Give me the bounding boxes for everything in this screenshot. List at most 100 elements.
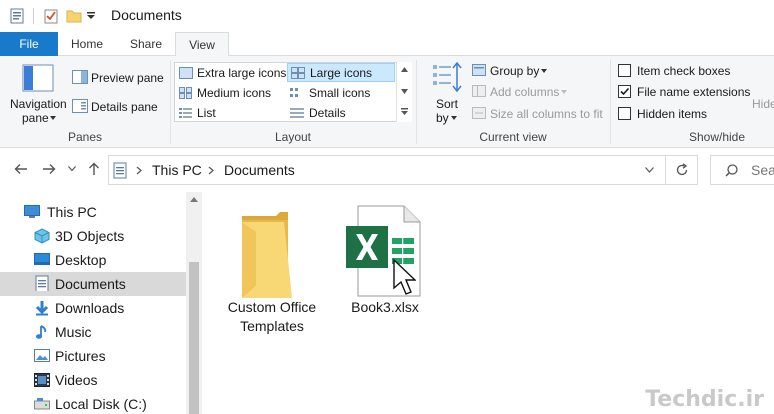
ribbon-tabs: File Home Share View: [0, 32, 774, 57]
search-icon: [725, 164, 738, 177]
breadcrumb-this-pc[interactable]: This PC: [152, 162, 202, 178]
address-dropdown-icon[interactable]: [645, 167, 654, 173]
checkmark-icon: [620, 87, 630, 96]
up-arrow-icon[interactable]: [88, 162, 100, 176]
layout-medium-icons[interactable]: Medium icons: [177, 83, 287, 102]
layout-item-label: Details: [309, 105, 346, 120]
tree-item-label: Music: [55, 324, 92, 340]
tree-item-local-disk[interactable]: Local Disk (C:): [0, 392, 186, 414]
tree-item-music[interactable]: Music: [0, 320, 186, 344]
document-icon: [35, 275, 49, 291]
tab-view[interactable]: View: [175, 32, 229, 57]
tree-item-desktop[interactable]: Desktop: [0, 248, 186, 272]
breadcrumb-documents[interactable]: Documents: [224, 162, 295, 178]
layout-large-icons[interactable]: Large icons: [287, 63, 395, 82]
address-row: This PC Documents Sear: [0, 148, 774, 192]
tree-item-this-pc[interactable]: This PC: [0, 200, 186, 224]
gallery-more-icon[interactable]: [401, 108, 408, 115]
size-all-columns-button[interactable]: Size all columns to fit: [490, 107, 603, 121]
group-by-button[interactable]: Group by: [490, 64, 539, 78]
item-check-boxes-label[interactable]: Item check boxes: [637, 64, 730, 78]
group-separator: [610, 60, 611, 144]
checklist-icon[interactable]: [44, 8, 58, 24]
refresh-icon[interactable]: [675, 163, 689, 177]
navigation-pane: This PC 3D Objects Desktop Documents Dow…: [0, 192, 202, 414]
navigation-pane-icon: [22, 64, 54, 92]
quick-access-dropdown-icon[interactable]: [87, 12, 95, 20]
layout-item-label: Large icons: [310, 65, 373, 80]
layout-item-label: Small icons: [309, 85, 371, 100]
new-folder-icon[interactable]: [66, 8, 82, 24]
videos-icon: [34, 373, 50, 387]
tree-item-label: 3D Objects: [55, 228, 125, 244]
layout-extra-large-icons[interactable]: Extra large icons: [177, 63, 287, 82]
file-name-extensions-label[interactable]: File name extensions: [637, 85, 750, 99]
tree-item-label: This PC: [47, 204, 97, 220]
download-icon: [35, 301, 49, 316]
recent-locations-icon[interactable]: [68, 166, 76, 172]
sort-by-button[interactable]: Sort: [436, 97, 458, 111]
chevron-down-icon: [541, 69, 547, 73]
breadcrumb-chevron-icon[interactable]: [208, 166, 214, 175]
desktop-icon: [34, 253, 50, 265]
hidden-items-label[interactable]: Hidden items: [637, 107, 707, 121]
quick-access-separator: [33, 8, 34, 24]
layout-list[interactable]: List: [177, 103, 287, 122]
scrollbar-thumb[interactable]: [189, 262, 199, 414]
tree-item-videos[interactable]: Videos: [0, 368, 186, 392]
window-title: Documents: [111, 7, 182, 23]
layout-item-label: List: [197, 105, 216, 120]
file-item-book3-xlsx[interactable]: Book3.xlsx: [344, 204, 434, 316]
breadcrumb-chevron-icon[interactable]: [136, 166, 142, 175]
preview-pane-button[interactable]: Preview pane: [91, 71, 164, 85]
watermark-text: Techdic.ir: [645, 387, 764, 412]
tree-item-label: Desktop: [55, 252, 107, 268]
forward-arrow-icon[interactable]: [42, 163, 56, 175]
pictures-icon: [34, 349, 50, 362]
ribbon: Navigation pane Preview pane Details pan…: [0, 56, 774, 148]
layout-gallery: Extra large icons Large icons Medium ico…: [174, 62, 412, 122]
scroll-up-icon[interactable]: [401, 67, 408, 72]
item-check-boxes-checkbox[interactable]: [618, 64, 631, 77]
details-icon: [290, 107, 304, 118]
file-name-extensions-checkbox[interactable]: [618, 85, 631, 98]
hidden-items-checkbox[interactable]: [618, 107, 631, 120]
sort-by-button-line2[interactable]: by: [436, 111, 449, 125]
layout-group-label: Layout: [274, 130, 312, 144]
navigation-pane-button-line2[interactable]: pane: [22, 111, 49, 125]
pc-icon: [24, 205, 40, 218]
group-by-icon: [472, 64, 486, 76]
preview-pane-icon: [72, 70, 88, 84]
title-bar: Documents: [0, 0, 774, 32]
layout-gallery-scroll[interactable]: [396, 62, 412, 122]
search-placeholder: Sear: [751, 162, 774, 178]
tree-item-documents[interactable]: Documents: [0, 272, 186, 296]
navigation-pane-button[interactable]: Navigation: [10, 97, 67, 111]
scroll-down-icon[interactable]: [401, 89, 408, 94]
layout-details[interactable]: Details: [287, 103, 395, 122]
properties-icon[interactable]: [10, 8, 24, 24]
add-columns-button[interactable]: Add columns: [490, 85, 559, 99]
current-view-group-label: Current view: [479, 130, 547, 144]
scroll-up-icon[interactable]: [190, 197, 198, 202]
disk-icon: [34, 398, 50, 410]
tab-home[interactable]: Home: [62, 32, 112, 56]
tree-item-label: Downloads: [55, 300, 125, 316]
address-bar[interactable]: This PC Documents: [108, 155, 698, 185]
tree-item-downloads[interactable]: Downloads: [0, 296, 186, 320]
details-pane-button[interactable]: Details pane: [91, 100, 158, 114]
tree-item-3d-objects[interactable]: 3D Objects: [0, 224, 186, 248]
file-item-custom-office-templates[interactable]: Custom Office Templates: [224, 204, 320, 336]
panes-group-label: Panes: [67, 130, 103, 144]
tab-share[interactable]: Share: [120, 32, 172, 56]
back-arrow-icon[interactable]: [14, 163, 28, 175]
tree-item-label: Videos: [55, 372, 98, 388]
layout-small-icons[interactable]: Small icons: [287, 83, 395, 102]
tree-item-pictures[interactable]: Pictures: [0, 344, 186, 368]
hide-selected-items-button[interactable]: Hide: [752, 97, 774, 111]
tab-file[interactable]: File: [0, 32, 58, 56]
search-box[interactable]: Sear: [710, 155, 774, 185]
mouse-cursor-icon: [393, 258, 416, 295]
extra-large-icons-icon: [179, 66, 193, 79]
navigation-pane-scrollbar[interactable]: [186, 192, 202, 414]
